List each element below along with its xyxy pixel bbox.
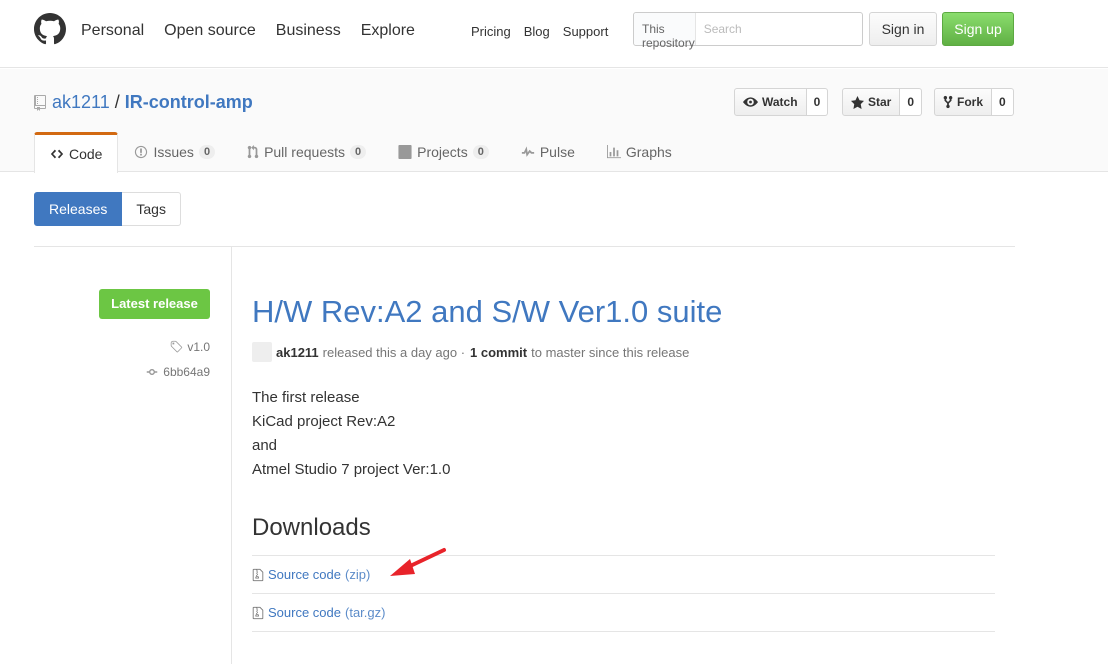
annotation-arrow-icon bbox=[390, 548, 446, 576]
tab-issues[interactable]: Issues 0 bbox=[118, 132, 231, 172]
repo-owner-link[interactable]: ak1211 bbox=[52, 92, 110, 113]
watch-button[interactable]: Watch bbox=[734, 88, 807, 116]
nav-business[interactable]: Business bbox=[276, 22, 341, 40]
pull-request-icon bbox=[247, 145, 259, 159]
star-icon bbox=[851, 95, 864, 109]
tab-code-label: Code bbox=[69, 146, 103, 162]
download-zip-label: Source code bbox=[268, 567, 341, 582]
release-note-line: Atmel Studio 7 project Ver:1.0 bbox=[252, 461, 451, 478]
release-author[interactable]: ak1211 bbox=[276, 345, 319, 360]
main-nav: Personal Open source Business Explore bbox=[81, 22, 415, 40]
release-title[interactable]: H/W Rev:A2 and S/W Ver1.0 suite bbox=[252, 294, 722, 330]
issues-counter: 0 bbox=[198, 145, 216, 159]
release-commit-sha: 6bb64a9 bbox=[163, 365, 210, 379]
release-commit[interactable]: 6bb64a9 bbox=[145, 365, 210, 379]
tab-issues-label: Issues bbox=[153, 144, 194, 160]
released-text: released this a day ago · bbox=[322, 344, 466, 360]
issue-icon bbox=[135, 145, 148, 159]
repo-title: ak1211 / IR-control-amp bbox=[34, 92, 253, 113]
download-zip-ext: (zip) bbox=[345, 567, 371, 582]
commits-link[interactable]: 1 commit bbox=[470, 345, 527, 360]
pull-requests-counter: 0 bbox=[350, 145, 367, 159]
divider bbox=[252, 631, 995, 632]
tab-pull-requests[interactable]: Pull requests 0 bbox=[231, 132, 382, 172]
tab-graphs[interactable]: Graphs bbox=[591, 132, 688, 172]
repo-header: ak1211 / IR-control-amp Watch 0 Star 0 F… bbox=[0, 69, 1108, 173]
fork-count[interactable]: 0 bbox=[992, 88, 1014, 116]
file-zip-icon bbox=[252, 606, 264, 619]
secondary-nav: Pricing Blog Support bbox=[471, 24, 608, 39]
tag-icon bbox=[171, 340, 183, 353]
search-box: This repository bbox=[633, 12, 867, 50]
repo-icon bbox=[34, 94, 46, 111]
avatar[interactable] bbox=[252, 342, 272, 362]
release-divider bbox=[231, 247, 232, 664]
download-zip-link[interactable]: Source code (zip) bbox=[252, 567, 370, 582]
download-targz-ext: (tar.gz) bbox=[345, 605, 386, 620]
nav-pricing[interactable]: Pricing bbox=[471, 24, 511, 39]
release-tag-label: v1.0 bbox=[187, 340, 210, 354]
watch-label: Watch bbox=[762, 95, 798, 109]
divider bbox=[252, 593, 995, 594]
star-group: Star 0 bbox=[842, 88, 923, 116]
projects-counter: 0 bbox=[472, 145, 489, 159]
github-logo-icon[interactable] bbox=[34, 13, 66, 45]
tab-graphs-label: Graphs bbox=[625, 144, 672, 160]
tab-projects[interactable]: Projects 0 bbox=[382, 132, 505, 172]
release-nav: Releases Tags bbox=[34, 192, 181, 226]
releases-button[interactable]: Releases bbox=[34, 192, 123, 226]
file-zip-icon bbox=[252, 568, 264, 581]
project-icon bbox=[398, 145, 412, 159]
fork-label: Fork bbox=[957, 95, 984, 109]
star-label: Star bbox=[868, 95, 892, 109]
tab-pull-requests-label: Pull requests bbox=[264, 144, 345, 160]
nav-blog[interactable]: Blog bbox=[524, 24, 550, 39]
downloads-heading: Downloads bbox=[252, 514, 371, 541]
pulse-icon bbox=[521, 146, 534, 157]
release-notes: The first release KiCad project Rev:A2 a… bbox=[252, 386, 450, 482]
watch-group: Watch 0 bbox=[734, 88, 829, 116]
watch-count[interactable]: 0 bbox=[806, 88, 829, 116]
graph-icon bbox=[606, 145, 621, 159]
tab-projects-label: Projects bbox=[417, 144, 468, 160]
code-icon bbox=[50, 149, 64, 159]
search-scope-label: This repository bbox=[634, 13, 696, 50]
commit-icon bbox=[147, 369, 158, 375]
site-header: Personal Open source Business Explore Pr… bbox=[0, 0, 1108, 68]
download-targz-link[interactable]: Source code (tar.gz) bbox=[252, 605, 385, 620]
fork-icon bbox=[943, 95, 953, 109]
sign-up-button[interactable]: Sign up bbox=[942, 12, 1014, 46]
release-meta: ak1211 released this a day ago · 1 commi… bbox=[252, 342, 689, 362]
nav-explore[interactable]: Explore bbox=[361, 22, 415, 40]
nav-personal[interactable]: Personal bbox=[81, 22, 144, 40]
star-button[interactable]: Star bbox=[842, 88, 901, 116]
repo-tabs: Code Issues 0 Pull requests 0 Projects 0… bbox=[34, 132, 688, 173]
release-note-line: KiCad project Rev:A2 bbox=[252, 413, 396, 430]
star-count[interactable]: 0 bbox=[900, 88, 923, 116]
tab-pulse-label: Pulse bbox=[539, 144, 575, 160]
sign-in-button[interactable]: Sign in bbox=[869, 12, 937, 46]
repo-path-separator: / bbox=[114, 92, 120, 112]
tab-code[interactable]: Code bbox=[34, 132, 119, 173]
repo-name-link[interactable]: IR-control-amp bbox=[125, 92, 253, 113]
release-note-line: and bbox=[252, 437, 278, 454]
divider bbox=[252, 555, 995, 556]
search-input[interactable] bbox=[695, 13, 867, 45]
fork-group: Fork 0 bbox=[934, 88, 1014, 116]
nav-support[interactable]: Support bbox=[563, 24, 609, 39]
tab-pulse[interactable]: Pulse bbox=[505, 132, 591, 172]
download-targz-label: Source code bbox=[268, 605, 341, 620]
divider bbox=[34, 246, 1015, 247]
release-note-line: The first release bbox=[252, 389, 360, 406]
latest-release-badge: Latest release bbox=[99, 289, 210, 319]
release-tag[interactable]: v1.0 bbox=[169, 340, 210, 354]
nav-open-source[interactable]: Open source bbox=[164, 22, 256, 40]
tags-button[interactable]: Tags bbox=[122, 192, 181, 226]
fork-button[interactable]: Fork bbox=[934, 88, 993, 116]
commits-suffix: to master since this release bbox=[531, 344, 690, 360]
eye-icon bbox=[743, 97, 758, 107]
